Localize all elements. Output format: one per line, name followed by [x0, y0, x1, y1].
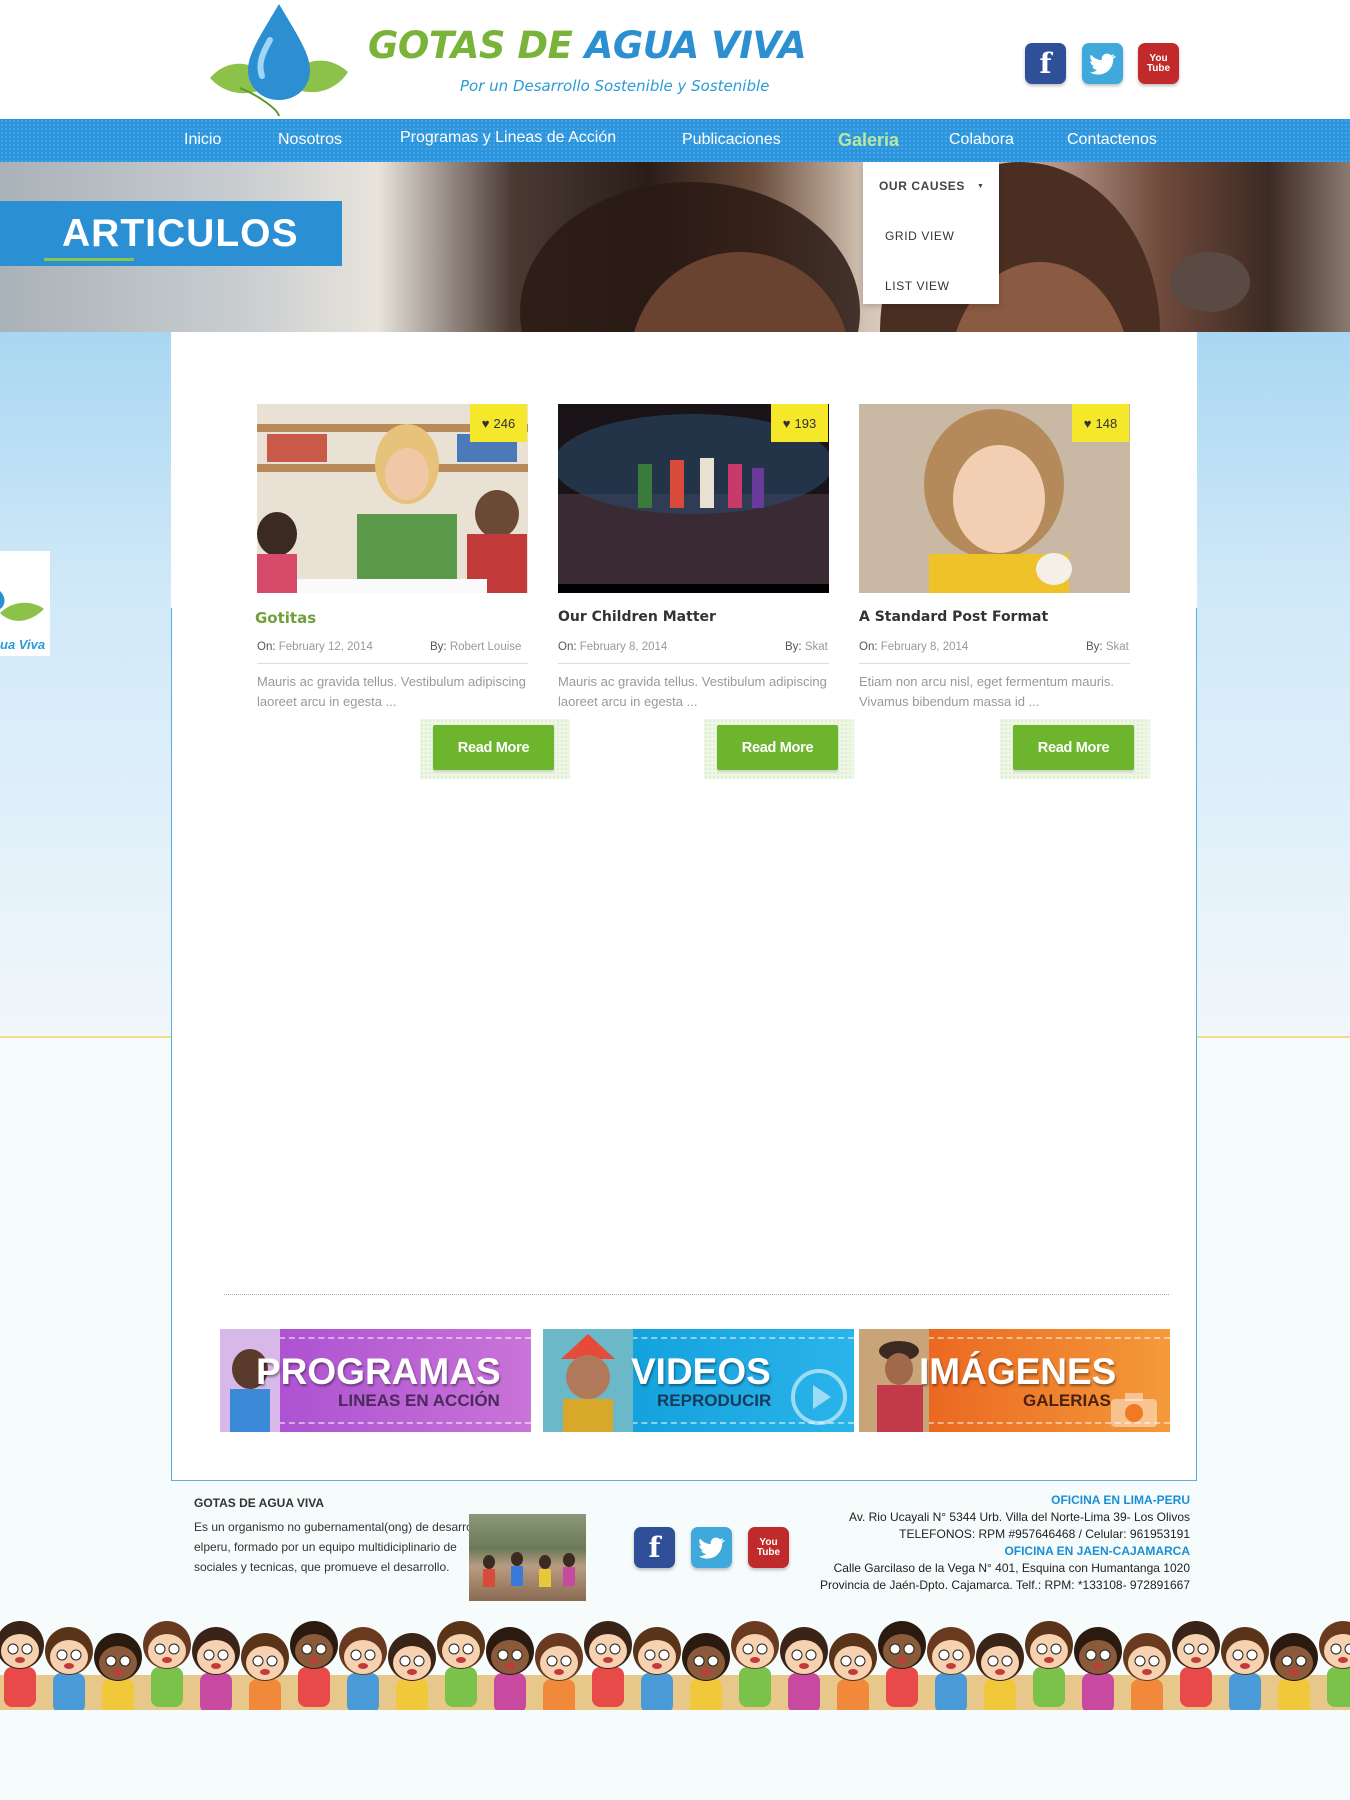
brand-title-part1: GOTAS DE: [368, 24, 573, 67]
footer-children-photo: [469, 1514, 586, 1601]
footer-youtube-icon[interactable]: You Tube: [748, 1527, 789, 1568]
office-jaen-address: Calle Garcilaso de la Vega N° 401, Esqui…: [833, 1561, 1190, 1575]
likes-badge-2[interactable]: ♥ 193: [771, 404, 828, 442]
andean-child-photo: [543, 1329, 633, 1432]
side-leaf-icon: [0, 591, 44, 621]
card-title-1[interactable]: Gotitas: [255, 609, 316, 627]
youtube-icon[interactable]: You Tube: [1138, 43, 1179, 84]
on-label: On:: [257, 641, 276, 653]
author-value: Robert Louise: [449, 641, 522, 653]
office-lima-address: Av. Rio Ucayali N° 5344 Urb. Villa del N…: [849, 1510, 1190, 1524]
brand-title[interactable]: GOTAS DE AGUA VIVA: [368, 24, 807, 67]
author-value: Skat: [804, 641, 828, 653]
facebook-icon[interactable]: f: [1025, 43, 1066, 84]
footer-description-line: elperu, formado por un equipo multidicip…: [194, 1540, 457, 1554]
footer-twitter-icon[interactable]: [691, 1527, 732, 1568]
nav-item-colabora[interactable]: Colabora: [949, 131, 1014, 149]
banner-subheading: REPRODUCIR: [657, 1391, 772, 1410]
card-excerpt-2: Mauris ac gravida tellus. Vestibulum adi…: [558, 674, 827, 709]
brand-title-part2: AGUA VIVA: [584, 24, 807, 67]
nav-item-inicio[interactable]: Inicio: [184, 131, 221, 149]
dropdown-item-our-causes[interactable]: OUR CAUSES ▼: [879, 179, 984, 193]
twitter-bird-icon: [698, 1537, 725, 1559]
banner-heading: PROGRAMAS: [256, 1351, 501, 1392]
nav-item-contactenos[interactable]: Contactenos: [1067, 131, 1157, 149]
card-author-2: By: Skat: [785, 641, 828, 653]
footer-facebook-icon[interactable]: f: [634, 1527, 675, 1568]
read-more-button-3[interactable]: Read More: [1013, 725, 1134, 770]
card-divider: [558, 663, 829, 664]
banner-heading: VIDEOS: [631, 1351, 771, 1392]
logo-icon[interactable]: [200, 0, 358, 118]
side-logo-text: ua Viva: [0, 637, 46, 652]
caret-right-icon: ▼: [976, 183, 985, 190]
office-lima-heading: OFICINA EN LIMA-PERU: [1051, 1493, 1190, 1507]
nav-item-galeria[interactable]: Galeria: [838, 130, 899, 151]
camera-icon: [1111, 1393, 1157, 1427]
card-date-2: On: February 8, 2014: [558, 641, 667, 653]
title-underline: [44, 258, 134, 261]
card-divider: [257, 663, 528, 664]
running-children-image: [483, 1552, 575, 1587]
card-title-2[interactable]: Our Children Matter: [558, 609, 716, 625]
office-jaen-heading: OFICINA EN JAEN-CAJAMARCA: [1004, 1544, 1190, 1558]
date-value: February 8, 2014: [880, 641, 969, 653]
banner-subheading: GALERIAS: [1023, 1391, 1111, 1410]
on-label: On:: [859, 641, 878, 653]
read-more-button-1[interactable]: Read More: [433, 725, 554, 770]
likes-count: 246: [493, 415, 516, 431]
author-value: Skat: [1105, 641, 1129, 653]
likes-count: 148: [1095, 415, 1118, 431]
card-author-3: By: Skat: [1086, 641, 1129, 653]
likes-badge-3[interactable]: ♥ 148: [1072, 404, 1129, 442]
page-title: ARTICULOS: [62, 212, 299, 255]
banner-programas[interactable]: PROGRAMAS LINEAS EN ACCIÓN: [220, 1329, 531, 1432]
heart-icon: ♥: [782, 415, 791, 431]
read-more-button-2[interactable]: Read More: [717, 725, 838, 770]
likes-badge-1[interactable]: ♥ 246: [470, 404, 527, 442]
youtube-icon-bottom: Tube: [1146, 62, 1171, 74]
card-date-1: On: February 12, 2014: [257, 641, 373, 653]
card-title-3[interactable]: A Standard Post Format: [859, 609, 1048, 625]
footer-description: Es un organismo no gubernamental(ong) de…: [194, 1517, 470, 1577]
footer-org-title: GOTAS DE AGUA VIVA: [194, 1496, 325, 1510]
dropdown-item-list-view[interactable]: LIST VIEW: [885, 279, 950, 293]
heart-icon: ♥: [1083, 415, 1092, 431]
date-value: February 8, 2014: [579, 641, 668, 653]
cartoon-kids-illustration: [0, 1605, 1350, 1710]
nav-item-nosotros[interactable]: Nosotros: [278, 131, 342, 149]
banner-heading: IMÁGENES: [919, 1351, 1117, 1392]
play-icon: [791, 1369, 847, 1425]
dropdown-item-label: OUR CAUSES: [879, 179, 966, 193]
on-label: On:: [558, 641, 577, 653]
footer-description-line: sociales y tecnicas, que promueve el des…: [194, 1560, 450, 1574]
card-date-3: On: February 8, 2014: [859, 641, 968, 653]
section-divider: [224, 1294, 1169, 1295]
kids-row-image: [0, 1621, 1350, 1710]
nav-item-publicaciones[interactable]: Publicaciones: [682, 131, 781, 149]
date-value: February 12, 2014: [278, 641, 373, 653]
twitter-icon[interactable]: [1082, 43, 1123, 84]
by-label: By:: [1086, 641, 1103, 653]
likes-count: 193: [794, 415, 817, 431]
card-author-1: By: Robert Louise: [430, 641, 521, 653]
banner-subheading: LINEAS EN ACCIÓN: [338, 1391, 500, 1410]
office-lima-phones: TELEFONOS: RPM #957646468 / Celular: 961…: [899, 1527, 1190, 1541]
card-excerpt-3: Etiam non arcu nisl, eget fermentum maur…: [859, 674, 1115, 709]
by-label: By:: [430, 641, 447, 653]
brand-tagline: Por un Desarrollo Sostenible y Sostenibl…: [460, 77, 770, 95]
banner-imagenes[interactable]: IMÁGENES GALERIAS: [859, 1329, 1170, 1432]
by-label: By:: [785, 641, 802, 653]
heart-icon: ♥: [481, 415, 490, 431]
footer-description-line: Es un organismo no gubernamental(ong) de…: [194, 1520, 470, 1534]
youtube-icon-bottom: Tube: [756, 1546, 781, 1558]
card-excerpt-1: Mauris ac gravida tellus. Vestibulum adi…: [257, 674, 526, 709]
twitter-bird-icon: [1089, 53, 1116, 75]
dropdown-item-grid-view[interactable]: GRID VIEW: [885, 229, 954, 243]
banner-videos[interactable]: VIDEOS REPRODUCIR: [543, 1329, 854, 1432]
nav-item-programas[interactable]: Programas y Lineas de Acción: [400, 129, 616, 147]
card-divider: [859, 663, 1130, 664]
office-jaen-phones: Provincia de Jaén-Dpto. Cajamarca. Telf.…: [820, 1578, 1190, 1592]
